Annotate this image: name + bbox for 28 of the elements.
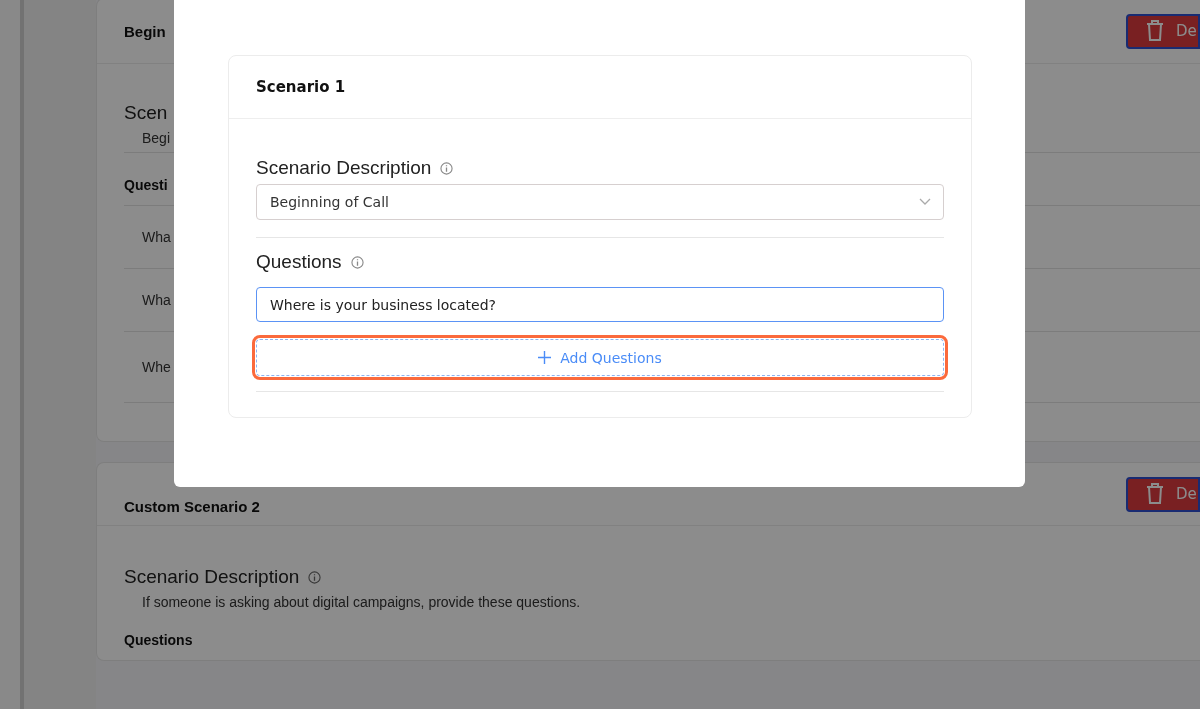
section-label: Scen — [124, 102, 168, 124]
questions-label: Questions — [124, 632, 193, 648]
delete-label: De — [1176, 485, 1197, 503]
field-label: Questions — [256, 251, 342, 273]
scenario-description: If someone is asking about digital campaigns, provide these questions. — [142, 594, 581, 610]
card-title: Custom Scenario 2 — [124, 498, 260, 517]
info-icon — [350, 255, 364, 269]
chevron-down-icon — [919, 198, 931, 206]
question-text: Wha — [142, 229, 171, 245]
scenario-select[interactable]: Beginning of Call — [256, 184, 944, 220]
select-value: Beginning of Call — [270, 194, 389, 210]
panel-title: Scenario 1 — [256, 78, 346, 96]
delete-button[interactable]: De — [1126, 476, 1200, 512]
section-label: Scenario Description — [124, 566, 300, 588]
delete-label: De — [1176, 22, 1197, 40]
info-icon — [440, 161, 454, 175]
question-text: Whe — [142, 359, 171, 375]
delete-button[interactable]: De — [1126, 13, 1200, 49]
scenario-description: Begi — [142, 130, 171, 146]
plus-icon — [538, 351, 552, 364]
field-label: Scenario Description — [256, 157, 432, 179]
questions-label: Questi — [124, 177, 168, 193]
card-title: Begin — [124, 22, 166, 40]
trash-icon — [1146, 483, 1164, 505]
question-text: Wha — [142, 292, 171, 308]
trash-icon — [1146, 20, 1164, 42]
info-icon — [308, 570, 322, 584]
question-input[interactable]: Where is your business located? — [256, 287, 944, 322]
